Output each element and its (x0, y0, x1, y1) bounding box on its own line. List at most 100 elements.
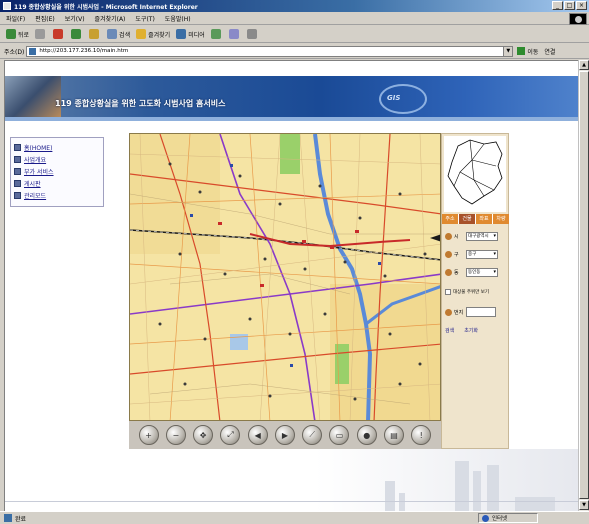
address-url: http://203.177.236.10/main.htm (39, 48, 129, 54)
stop-icon (53, 29, 64, 39)
menu-link-home[interactable]: 홈(HOME) (14, 142, 100, 152)
address-label: 주소(D) (4, 48, 25, 56)
print-button[interactable] (246, 29, 259, 39)
home-icon (89, 29, 100, 39)
search-icon (107, 29, 118, 39)
filter-row: 대상물 주위만 보기 (445, 286, 507, 298)
address-dropdown-icon[interactable]: ▼ (503, 46, 513, 56)
lot-number-label: 번지 (454, 309, 464, 316)
ruler-icon: ⟋ (309, 430, 316, 439)
throbber (569, 13, 587, 25)
menu-link-overview[interactable]: 사업개요 (14, 154, 100, 164)
help-icon: ! (419, 430, 423, 440)
menu-help[interactable]: 도움말(H) (165, 14, 191, 23)
zone-label: 인터넷 (492, 516, 508, 522)
ie-icon (3, 2, 11, 10)
history-button[interactable] (210, 29, 223, 39)
mail-button[interactable] (228, 29, 241, 39)
filter-label: 대상물 주위만 보기 (453, 290, 489, 295)
print-icon: ▤ (390, 430, 398, 440)
next-icon: ▶ (281, 430, 289, 440)
measure-button[interactable]: ⟋ (302, 425, 323, 445)
previous-view-button[interactable]: ◀ (247, 425, 268, 445)
close-button[interactable]: × (576, 1, 587, 10)
overview-map[interactable] (444, 136, 506, 212)
tab-address[interactable]: 주소 (442, 214, 459, 224)
menu-link-services[interactable]: 부가 서비스 (14, 166, 100, 176)
menu-edit[interactable]: 편집(E) (35, 14, 55, 23)
info-button[interactable]: ● (356, 425, 377, 445)
scroll-up-icon[interactable]: ▲ (579, 60, 589, 70)
print-map-button[interactable]: ▤ (384, 425, 405, 445)
forward-button[interactable] (35, 29, 47, 39)
favorites-label: 즐겨찾기 (148, 31, 171, 39)
footer-divider (5, 501, 578, 502)
bullet-icon (14, 167, 21, 175)
building-silhouette (473, 471, 481, 511)
zoom-in-button[interactable]: + (138, 425, 159, 445)
banner-divider (5, 117, 578, 121)
reset-link[interactable]: 초기화 (464, 327, 478, 334)
zoom-out-button[interactable]: − (165, 425, 186, 445)
maximize-button[interactable]: □ (564, 1, 575, 10)
media-button[interactable]: 미디어 (176, 29, 205, 39)
menu-link-label: 사업개요 (24, 156, 47, 164)
banner-logo: GIS (387, 94, 401, 102)
pan-icon: ✥ (199, 430, 207, 440)
building-silhouette (487, 465, 499, 511)
refresh-button[interactable] (71, 29, 83, 39)
media-icon (176, 29, 187, 39)
bullet-icon (14, 179, 21, 187)
menu-tools[interactable]: 도구(T) (135, 14, 154, 23)
back-button[interactable]: 뒤로 (6, 29, 29, 39)
go-button[interactable]: 이동 (517, 47, 538, 56)
district-outline (447, 139, 503, 205)
scroll-thumb[interactable] (579, 71, 589, 499)
menu-link-admin[interactable]: 관리모드 (14, 190, 100, 200)
search-button[interactable]: 검색 (107, 29, 130, 39)
address-input[interactable]: http://203.177.236.10/main.htm ▼ (26, 45, 514, 57)
media-label: 미디어 (188, 31, 205, 39)
links-button[interactable]: 연결 (544, 47, 555, 56)
menu-link-board[interactable]: 게시판 (14, 178, 100, 188)
area-button[interactable]: ▭ (329, 425, 350, 445)
menu-link-label: 게시판 (24, 180, 41, 188)
search-link[interactable]: 검색 (445, 327, 454, 334)
zoom-in-icon: + (145, 430, 152, 440)
minimize-button[interactable]: _ (552, 1, 563, 10)
left-menu: 홈(HOME) 사업개요 부가 서비스 게시판 관리모드 (10, 137, 104, 207)
info-icon: ● (363, 430, 371, 440)
bullet-icon (14, 191, 21, 199)
stop-button[interactable] (53, 29, 65, 39)
site-banner: 119 종합상황실을 위한 고도화 시범사업 홈서비스 GIS (5, 76, 578, 117)
tab-vehicle[interactable]: 차량 (493, 214, 510, 224)
city-select[interactable]: 대구광역시 (466, 231, 498, 241)
building-silhouette (515, 497, 555, 511)
filter-checkbox[interactable] (445, 289, 451, 295)
tab-coordinate[interactable]: 좌표 (476, 214, 493, 224)
city-icon (445, 232, 452, 240)
menu-view[interactable]: 보기(V) (65, 14, 85, 23)
district-select[interactable]: 중구 (466, 249, 498, 259)
refresh-icon (71, 29, 82, 39)
tab-building[interactable]: 건물 (459, 214, 476, 224)
browser-window: 119 종합상황실을 위한 시범사업 - Microsoft Internet … (0, 0, 589, 524)
star-icon (136, 29, 147, 39)
window-controls: _ □ × (552, 1, 587, 10)
pan-button[interactable]: ✥ (193, 425, 214, 445)
menu-favorites[interactable]: 즐겨찾기(A) (95, 14, 126, 23)
print-icon (246, 29, 257, 39)
lot-number-input[interactable] (466, 307, 496, 317)
search-tabs: 주소 건물 좌표 차량 (442, 214, 510, 224)
full-extent-button[interactable]: ⤢ (220, 425, 241, 445)
next-view-button[interactable]: ▶ (274, 425, 295, 445)
menu-file[interactable]: 파일(F) (6, 14, 25, 23)
scroll-down-icon[interactable]: ▼ (579, 500, 589, 510)
home-button[interactable] (89, 29, 101, 39)
dong-select[interactable]: 동인동 (466, 267, 498, 277)
map-view[interactable] (129, 133, 441, 421)
lot-number-icon (445, 308, 452, 316)
favorites-button[interactable]: 즐겨찾기 (136, 29, 170, 39)
vertical-scrollbar[interactable]: ▲ ▼ (578, 60, 589, 511)
help-button[interactable]: ! (411, 425, 432, 445)
